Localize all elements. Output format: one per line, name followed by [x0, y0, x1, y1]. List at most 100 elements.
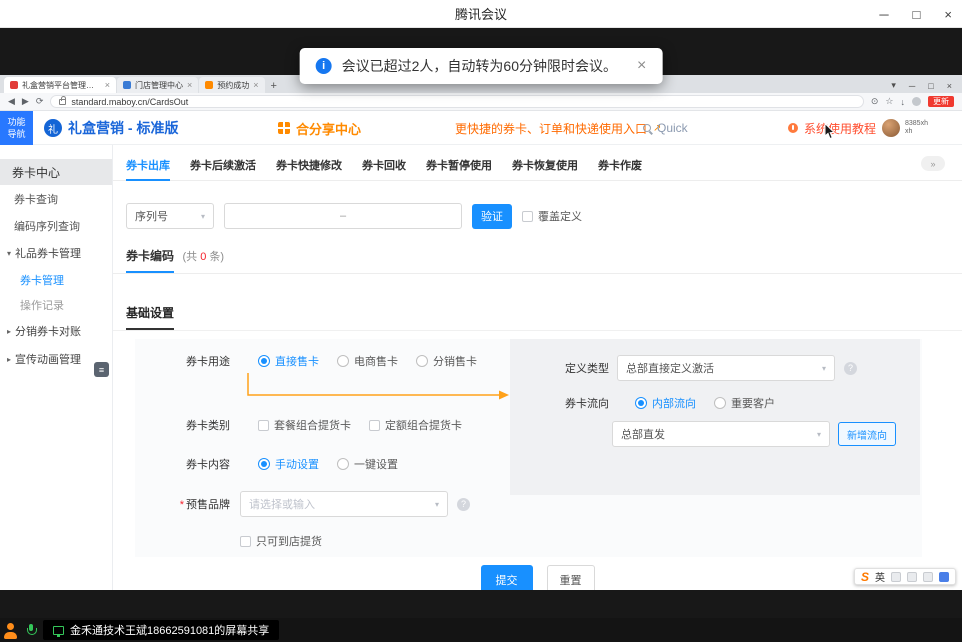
submit-button[interactable]: 提交 — [481, 565, 533, 590]
radio-direct-sale[interactable]: 直接售卡 — [258, 353, 319, 369]
meeting-title: 腾讯会议 — [455, 4, 507, 23]
tab-card-followup-activate[interactable]: 券卡后续激活 — [190, 151, 256, 181]
sogou-logo-icon[interactable]: S — [861, 571, 869, 583]
toast-close-icon[interactable]: × — [637, 57, 646, 75]
checkbox-icon — [522, 211, 533, 222]
sidebar-group-gift-card-mgmt[interactable]: ▾ 礼品券卡管理 — [0, 239, 112, 267]
browser-tab-cards[interactable]: 礼盒营销平台管理中心 × — [4, 77, 116, 93]
user-account[interactable]: 8385xh xh — [882, 111, 928, 145]
brand-logo-icon: 礼 — [44, 119, 62, 137]
profile-icon[interactable] — [912, 97, 921, 106]
browser-tab-booking[interactable]: 预约成功 × — [199, 77, 264, 93]
sidebar-collapse-handle[interactable]: ≡ — [94, 362, 109, 377]
reset-button[interactable]: 重置 — [547, 565, 595, 590]
tab-card-void[interactable]: 券卡作废 — [598, 151, 642, 181]
mic-icon[interactable] — [891, 572, 901, 582]
secure-lock-icon — [59, 99, 66, 105]
tab-close-icon[interactable]: × — [187, 80, 192, 90]
card-usage-row: 券卡用途 直接售卡 电商售卡 分销售卡 — [170, 353, 477, 369]
checkbox-icon — [240, 536, 251, 547]
radio-selected-icon — [258, 458, 270, 470]
function-nav-toggle[interactable]: 功能 导航 — [0, 111, 33, 145]
chevron-down-icon: ▾ — [822, 364, 826, 373]
minimize-icon[interactable]: ─ — [879, 8, 888, 21]
tab-card-quick-edit[interactable]: 券卡快捷修改 — [276, 151, 342, 181]
override-define-checkbox[interactable]: 覆盖定义 — [522, 208, 582, 224]
browser-close-icon[interactable]: × — [947, 81, 952, 91]
radio-icon — [416, 355, 428, 367]
new-tab-icon[interactable]: + — [271, 80, 277, 92]
radio-internal-flow[interactable]: 内部流向 — [635, 395, 696, 411]
refresh-icon[interactable]: ⟳ — [36, 97, 44, 106]
card-flow-row: 券卡流向 内部流向 重要客户 — [565, 395, 775, 411]
tab-card-resume[interactable]: 券卡恢复使用 — [512, 151, 578, 181]
sidebar-item-code-sequence-query[interactable]: 编码序列查询 — [0, 212, 112, 239]
app-header: 功能 导航 礼 礼盒营销 - 标准版 合分享中心 更快捷的券卡、订单和快递使用入… — [0, 111, 962, 145]
download-icon[interactable]: ↓ — [901, 97, 906, 107]
add-flow-button[interactable]: 新增流向 — [838, 422, 896, 446]
checkbox-package-combo-card[interactable]: 套餐组合提货卡 — [258, 417, 351, 433]
forward-icon[interactable]: ▶ — [22, 97, 29, 106]
tab-card-suspend[interactable]: 券卡暂停使用 — [426, 151, 492, 181]
chevron-down-icon: ▾ — [7, 249, 11, 258]
favicon — [10, 81, 18, 89]
chevron-down-icon: ▾ — [201, 212, 205, 221]
maximize-icon[interactable]: □ — [913, 8, 921, 21]
chevron-right-icon: ▸ — [7, 355, 11, 364]
browser-minimize-icon[interactable]: ─ — [909, 81, 915, 91]
define-type-row: 定义类型 总部直接定义激活 ▾ ? — [565, 355, 857, 381]
back-icon[interactable]: ◀ — [8, 97, 15, 106]
address-input[interactable]: standard.maboy.cn/CardsOut — [50, 95, 863, 108]
collapse-tabs-button[interactable]: » — [921, 156, 945, 171]
help-icon[interactable]: ? — [457, 498, 470, 511]
zoom-icon[interactable]: ⊙ — [871, 96, 879, 107]
quick-search[interactable]: Quick — [643, 111, 688, 145]
verify-button[interactable]: 验证 — [472, 204, 512, 229]
tab-close-icon[interactable]: × — [105, 80, 110, 90]
promo-entry-link[interactable]: 更快捷的券卡、订单和快递使用入口 ↗ — [455, 111, 661, 145]
keyboard-icon[interactable] — [907, 572, 917, 582]
sidebar-item-operation-log[interactable]: 操作记录 — [0, 292, 112, 317]
ime-language-toggle[interactable]: 英 — [875, 569, 885, 584]
close-icon[interactable]: × — [944, 8, 952, 21]
tab-card-outbound[interactable]: 券卡出库 — [126, 151, 170, 181]
card-codes-count: (共 0 条) — [182, 251, 224, 263]
serial-field-select[interactable]: 序列号 ▾ — [126, 203, 214, 229]
update-button[interactable]: 更新 — [928, 96, 954, 108]
radio-important-customer[interactable]: 重要客户 — [714, 395, 775, 411]
checkbox-fixed-combo-card[interactable]: 定额组合提货卡 — [369, 417, 462, 433]
help-icon[interactable]: ? — [844, 362, 857, 375]
browser-window-controls: ▾ ─ □ × — [891, 80, 962, 93]
avatar — [882, 119, 900, 137]
radio-distribution-sale[interactable]: 分销售卡 — [416, 353, 477, 369]
checkbox-store-pickup-only[interactable]: 只可到店提货 — [240, 533, 322, 549]
presale-brand-select[interactable]: 请选择或输入 ▾ — [240, 491, 448, 517]
browser-tab-store[interactable]: 门店管理中心 × — [117, 77, 198, 93]
brand-title: 礼盒营销 - 标准版 — [68, 118, 178, 138]
tabstrip-menu-icon[interactable]: ▾ — [891, 80, 896, 91]
browser-maximize-icon[interactable]: □ — [928, 81, 933, 91]
radio-one-click-setting[interactable]: 一键设置 — [337, 456, 398, 472]
sidebar-item-card-mgmt[interactable]: 券卡管理 — [0, 267, 112, 292]
serial-search-row: 序列号 ▾ – 验证 覆盖定义 — [113, 203, 962, 229]
user-name: 8385xh — [905, 120, 928, 128]
serial-range-input[interactable]: – — [224, 203, 462, 229]
tab-card-recycle[interactable]: 券卡回收 — [362, 151, 406, 181]
radio-manual-setting[interactable]: 手动设置 — [258, 456, 319, 472]
define-type-select[interactable]: 总部直接定义激活 ▾ — [617, 355, 835, 381]
participant-icon[interactable] — [2, 622, 19, 639]
browser-window: 礼盒营销平台管理中心 × 门店管理中心 × 预约成功 × + ▾ ─ □ — [0, 75, 962, 590]
share-center-link[interactable]: 合分享中心 — [278, 111, 361, 145]
grid-icon[interactable] — [939, 572, 949, 582]
main-content: 券卡出库 券卡后续激活 券卡快捷修改 券卡回收 券卡暂停使用 券卡恢复使用 券卡… — [113, 145, 962, 590]
mic-icon[interactable] — [25, 623, 37, 637]
sidebar-group-distribution-reconciliation[interactable]: ▸ 分销券卡对账 — [0, 317, 112, 345]
bookmark-star-icon[interactable]: ☆ — [885, 96, 893, 107]
card-tabs: 券卡出库 券卡后续激活 券卡快捷修改 券卡回收 券卡暂停使用 券卡恢复使用 券卡… — [113, 151, 962, 181]
radio-ecommerce-sale[interactable]: 电商售卡 — [337, 353, 398, 369]
flow-select[interactable]: 总部直发 ▾ — [612, 421, 830, 447]
toolbox-icon[interactable] — [923, 572, 933, 582]
sidebar-item-card-query[interactable]: 券卡查询 — [0, 185, 112, 212]
info-icon: i — [316, 58, 332, 74]
tab-close-icon[interactable]: × — [253, 80, 258, 90]
